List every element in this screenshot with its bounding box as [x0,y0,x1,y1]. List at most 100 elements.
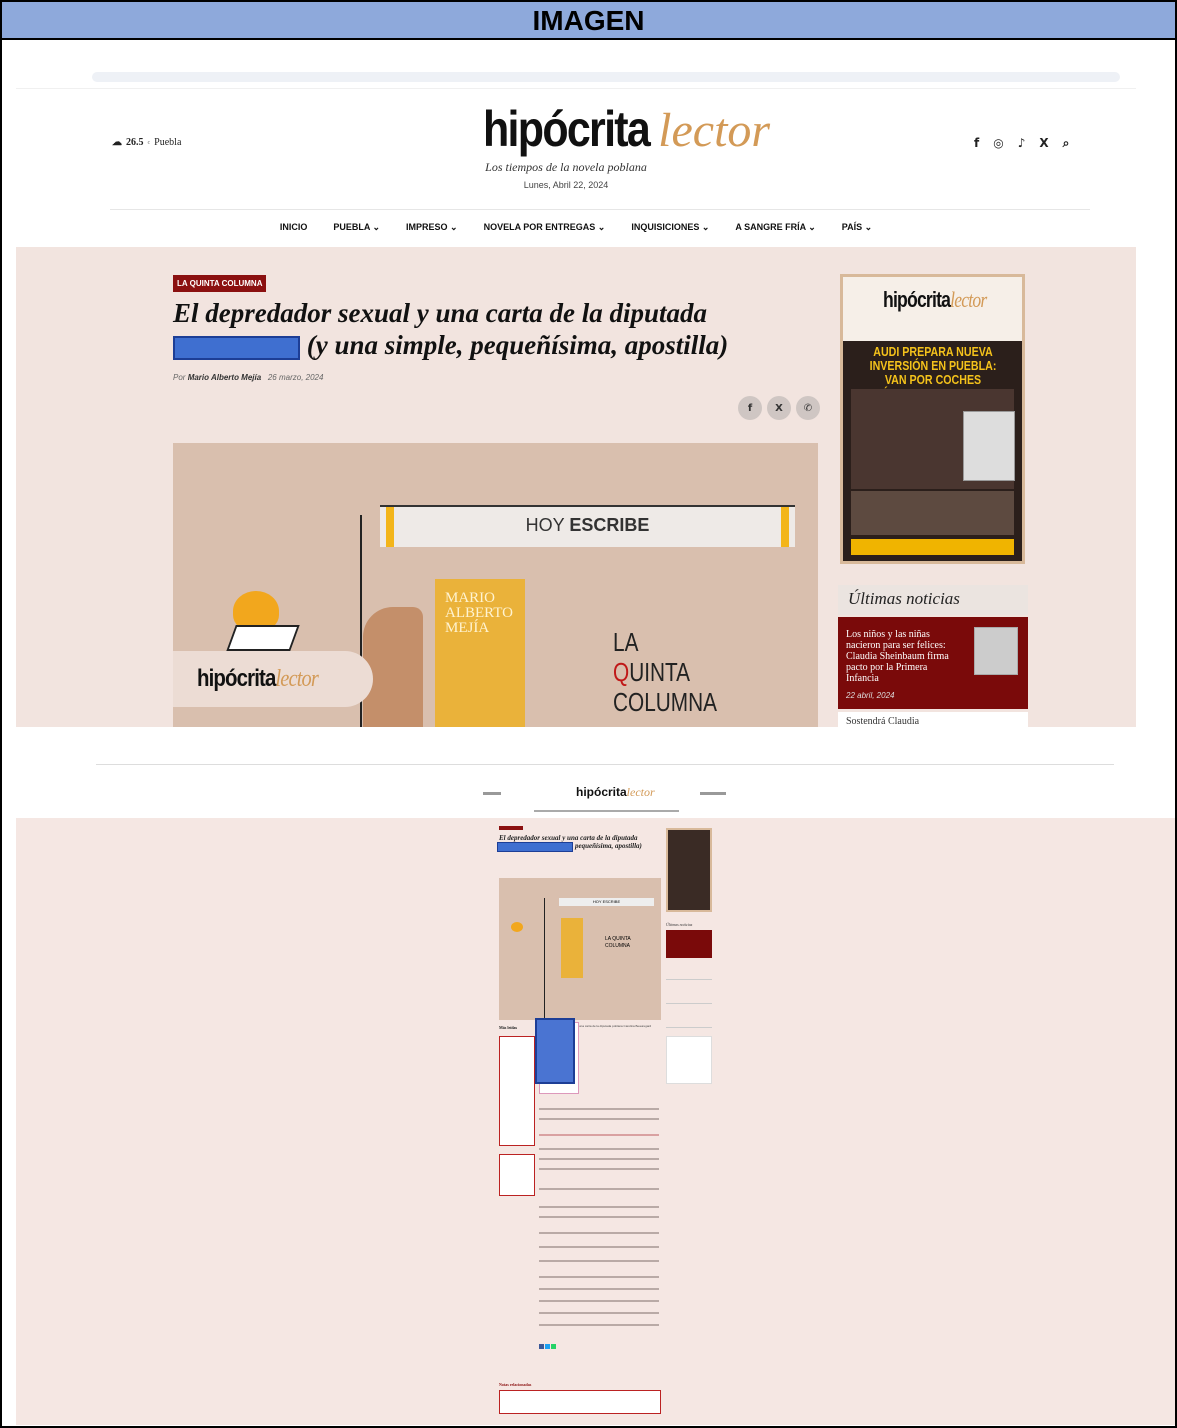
thumb-related-label: Notas relacionadas [499,1382,532,1387]
news-title[interactable]: Los niños y las niñas nacieron para ser … [846,629,962,684]
cover-footer [851,539,1014,555]
thumb-logo-primary: hipócrita [576,785,627,799]
nav-divider [110,209,1090,210]
share-facebook-icon[interactable]: f [738,396,762,420]
tiktok-icon[interactable]: ♪ [1018,136,1026,151]
thumb-text-line [539,1288,659,1290]
thumb-text-line [539,1260,659,1262]
thumb-text-line [539,1134,659,1136]
thumb-featured: HOY ESCRIBE LA QUINTA COLUMNA [499,878,661,1020]
social-links: f ◎ ♪ X ⌕ [974,136,1069,151]
section-name: LA QUINTA COLUMNA [613,627,717,717]
weather-city: Puebla [154,137,182,148]
thumb-text-line [539,1276,659,1278]
thumb-ad [666,1036,712,1084]
logo-primary: hipócrita [483,101,651,157]
cover-logo-primary: hipócrita [883,287,951,312]
instagram-icon[interactable]: ◎ [993,136,1003,151]
thumb-author-box [499,1154,535,1196]
section-line-1: LA [613,627,639,657]
logo-secondary: lector [658,104,771,157]
featured-logo-primary: hipócrita [197,665,276,692]
featured-image: HOY ESCRIBE MARIO ALBERTO MEJÍA LA QUINT… [173,443,818,727]
news-thumbnail[interactable] [974,627,1018,675]
thumb-text-line [539,1324,659,1326]
nav-item-novela[interactable]: NOVELA POR ENTREGAS ⌄ [484,222,606,233]
featured-logo: hipócritalector [197,665,319,693]
x-icon[interactable]: X [1039,136,1048,151]
browser-bar [92,72,1120,82]
thumb-share-row [539,1344,556,1349]
thumb-news-4 [666,1008,712,1028]
thumb-column: El depredador sexual y una carta de la d… [497,818,729,1425]
share-whatsapp-icon[interactable]: ✆ [796,396,820,420]
section-line-3: COLUMNA [613,687,718,717]
thumb-ultimas: Últimas noticias [666,922,693,927]
cover-inset-photo [963,411,1015,481]
cover-strip [851,491,1014,535]
nav-item-impreso[interactable]: IMPRESO ⌄ [406,222,458,233]
thumb-text-line [539,1206,659,1208]
nav-item-pais[interactable]: PAÍS ⌄ [842,222,872,233]
thumb-divider [96,764,1114,765]
article-date: 26 marzo, 2024 [267,373,324,382]
thumb-hoy: HOY ESCRIBE [559,898,654,906]
news-date: 22 abril, 2024 [846,691,895,700]
latest-news-heading: Últimas noticias [838,585,1028,615]
author-link[interactable]: Mario Alberto Mejía [188,373,262,382]
thumb-cover [666,828,712,912]
thumb-nav [534,810,679,812]
thumb-mascot-icon [511,922,523,932]
columnist-photo [363,607,423,727]
columnist-name: MARIO ALBERTO MEJÍA [445,590,513,636]
section-line-2: UINTA [629,657,691,687]
weather-unit: c [147,139,151,146]
website-screenshot: ☁ 26.5 c Puebla hipócrita lector Los tie… [16,70,1136,727]
title-part-1: El depredador sexual y una carta de la d… [173,298,708,328]
thumb-text-line [539,1232,659,1234]
thumb-logo-secondary: lector [626,785,655,799]
hoy-escribe-text: HOY ESCRIBE [380,515,795,536]
nav-item-inicio[interactable]: INICIO [280,222,308,233]
image-header: IMAGEN [2,2,1175,40]
weather-temp: 26.5 [126,137,144,148]
thumb-text-line [539,1118,659,1120]
thumb-redaction-2 [535,1018,575,1084]
thumb-related-box [499,1390,661,1414]
nav-item-inquisiciones[interactable]: INQUISICIONES ⌄ [631,222,709,233]
thumb-text-line [539,1148,659,1150]
thumb-text-line [539,1168,659,1170]
thumb-body: El depredador sexual y una carta de la d… [16,818,1175,1425]
thumb-section: LA QUINTA COLUMNA [605,936,631,949]
thumb-logo: hipócritalector [576,785,655,800]
nav-item-puebla[interactable]: PUEBLA ⌄ [333,222,380,233]
facebook-icon[interactable]: f [974,136,979,151]
thumb-redaction [497,842,573,852]
nav-item-sangre-fria[interactable]: A SANGRE FRÍA ⌄ [735,222,815,233]
full-page-thumbnail: hipócritalector El depredador sexual y u… [16,760,1175,1425]
site-date: Lunes, Abril 22, 2024 [523,180,609,190]
site-tagline: Los tiempos de la novela poblana [485,160,647,174]
thumb-weather [483,792,501,795]
title-part-2: (y una simple, pequeñísima, apostilla) [306,330,729,360]
hoy-label: HOY [525,515,565,535]
byline-prefix: Por [173,373,186,382]
latest-news-item-2[interactable]: Sostendrá Claudia [838,712,1028,727]
category-badge[interactable]: LA QUINTA COLUMNA [173,275,267,292]
thumb-lead: una carta de la diputada poblana Carolin… [579,1024,652,1028]
main-nav: INICIO PUEBLA ⌄ IMPRESO ⌄ NOVELA POR ENT… [16,222,1136,233]
redaction-box [173,335,300,360]
latest-news-item[interactable]: Los niños y las niñas nacieron para ser … [838,617,1028,709]
byline: Por Mario Alberto Mejía 26 marzo, 2024 [173,373,323,382]
thumb-text-line [539,1246,659,1248]
escribe-label: ESCRIBE [569,515,650,535]
search-icon[interactable]: ⌕ [1063,136,1070,151]
thumb-yellow [561,918,583,978]
share-x-icon[interactable]: X [767,396,791,420]
thumb-left-list [499,1036,535,1146]
thumb-text-line [539,1188,659,1190]
weather-widget: ☁ 26.5 c Puebla [112,137,181,148]
thumb-vline [544,898,545,1018]
print-edition-cover[interactable]: hipócritalector AUDI PREPARA NUEVA INVER… [840,274,1025,564]
site-logo[interactable]: hipócrita lector [483,101,771,158]
